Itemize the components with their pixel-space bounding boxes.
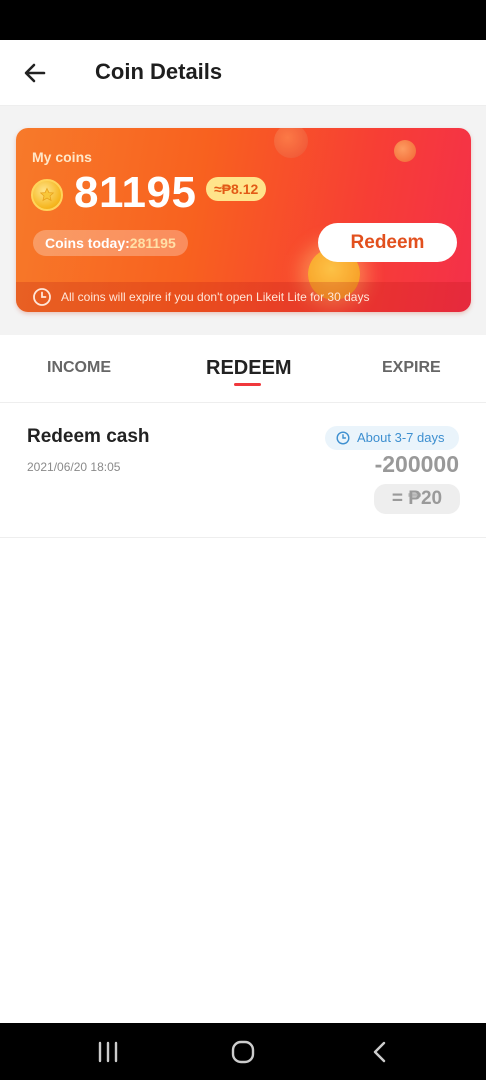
coin-tabs: INCOME REDEEM EXPIRE [0,335,486,403]
coins-today-pill: Coins today:281195 [33,230,188,256]
tab-redeem[interactable]: REDEEM [206,335,292,403]
clock-icon [32,287,52,307]
coins-today-value: 281195 [129,235,176,251]
redeem-button[interactable]: Redeem [318,223,457,262]
record-date: 2021/06/20 18:05 [27,460,121,474]
recents-icon[interactable] [93,1037,123,1067]
active-tab-indicator [234,383,261,386]
app-header: Coin Details [0,40,486,106]
system-nav-bar [0,1023,486,1080]
status-bar [0,0,486,40]
expire-notice-text: All coins will expire if you don't open … [61,290,370,304]
coin-card-area: My coins 81195 ≈₱8.12 Coins today:281195… [0,106,486,335]
record-amount: -200000 [374,451,459,477]
record-title: Redeem cash [27,426,150,447]
coin-card: My coins 81195 ≈₱8.12 Coins today:281195… [16,128,471,312]
home-icon[interactable] [228,1037,258,1067]
eta-badge: About 3-7 days [325,426,459,450]
clock-icon [336,431,350,445]
coins-today-label: Coins today: [45,235,130,251]
decorative-coin-icon [394,140,416,162]
decorative-coin-icon [274,128,308,158]
eta-text: About 3-7 days [357,430,445,445]
back-icon[interactable] [365,1037,395,1067]
tab-income[interactable]: INCOME [47,335,111,403]
tab-expire[interactable]: EXPIRE [382,335,441,403]
record-cash-value: = ₱20 [374,484,460,514]
page-title: Coin Details [95,59,223,84]
peso-equivalent-badge: ≈₱8.12 [206,177,267,201]
expire-notice-bar: All coins will expire if you don't open … [16,282,471,312]
coin-balance: 81195 [74,168,197,217]
coin-icon [31,179,63,211]
arrow-left-icon[interactable] [18,56,52,90]
list-item[interactable]: Redeem cash 2021/06/20 18:05 About 3-7 d… [0,404,486,538]
my-coins-label: My coins [32,149,92,165]
